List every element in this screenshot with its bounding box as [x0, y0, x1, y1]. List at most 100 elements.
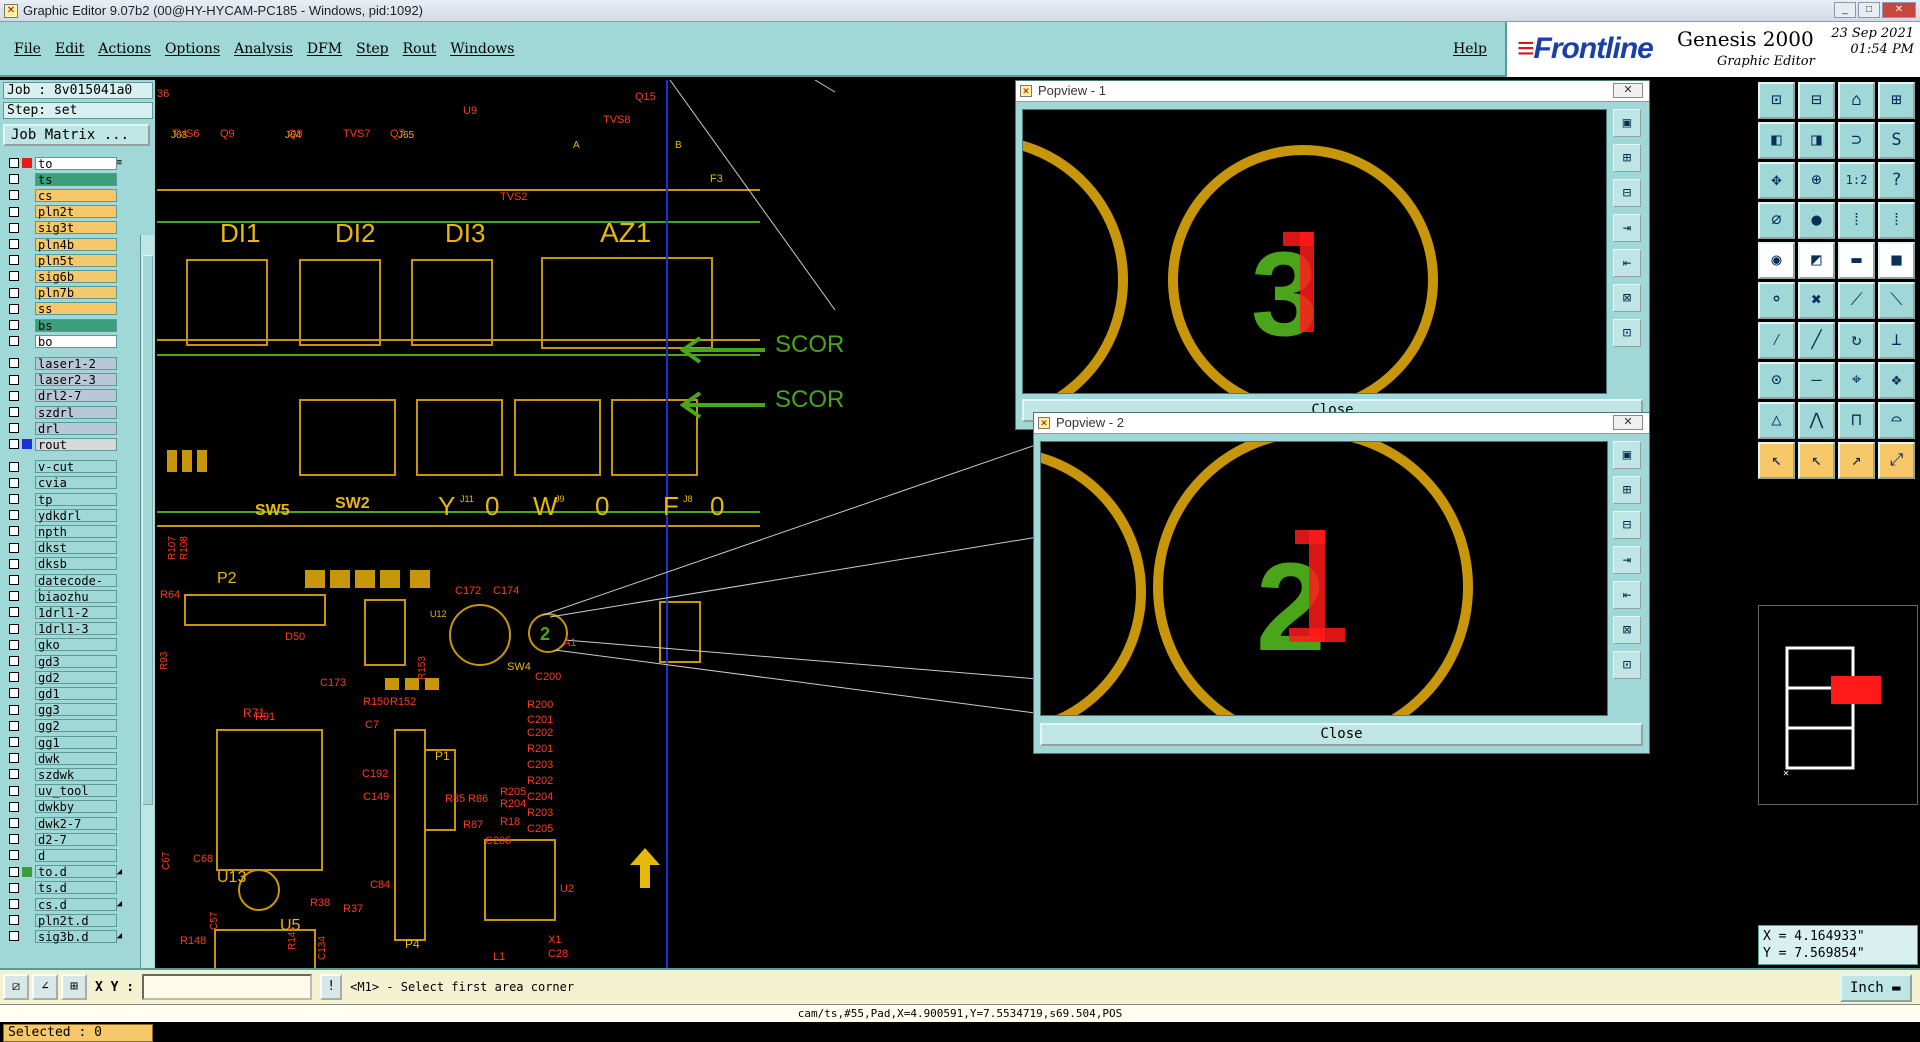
- layer-name[interactable]: pln4b: [35, 237, 117, 251]
- layer-row[interactable]: pln5t: [4, 253, 124, 267]
- measure-tool-icon[interactable]: ⧄: [3, 974, 29, 1000]
- layer-checkbox[interactable]: [9, 866, 19, 877]
- menu-edit[interactable]: Edit: [55, 41, 84, 57]
- layer-name[interactable]: dksb: [35, 557, 117, 571]
- layer-row[interactable]: gg2: [4, 719, 124, 733]
- layer-menu-icon[interactable]: ≡: [117, 158, 122, 168]
- line2-icon[interactable]: ⟍: [1878, 282, 1915, 319]
- layer-row[interactable]: uv_tool: [4, 784, 124, 798]
- slope-icon[interactable]: ⁄: [1758, 322, 1795, 359]
- snap-icon[interactable]: S: [1878, 122, 1915, 159]
- layer-name[interactable]: datecode-bs: [35, 573, 117, 600]
- maximize-button[interactable]: □: [1858, 2, 1880, 18]
- popview-pan-left-icon[interactable]: ⇤: [1613, 249, 1641, 277]
- menu-actions[interactable]: Actions: [98, 41, 151, 57]
- layer-checkbox[interactable]: [9, 575, 19, 585]
- crosshair-icon[interactable]: ⌖: [1838, 362, 1875, 399]
- layer-checkbox[interactable]: [9, 688, 19, 699]
- triangle-icon[interactable]: △: [1758, 402, 1795, 439]
- layer-checkbox[interactable]: [9, 915, 19, 926]
- layer-name[interactable]: pln7b: [35, 286, 117, 300]
- menu-windows[interactable]: Windows: [450, 41, 514, 57]
- layer-checkbox[interactable]: [9, 374, 19, 385]
- diagonal-icon[interactable]: ╱: [1798, 322, 1835, 359]
- layer-scrollbar[interactable]: [140, 235, 154, 1015]
- layer-row[interactable]: gd2: [4, 670, 124, 684]
- popview-zoom-out-icon[interactable]: ⊟: [1613, 511, 1641, 539]
- save-icon[interactable]: ⊟: [1798, 82, 1835, 119]
- layer-name[interactable]: laser2-3: [35, 373, 117, 387]
- layer-checkbox[interactable]: [9, 850, 19, 861]
- layer-name[interactable]: laser1-2: [35, 356, 117, 370]
- layer-name[interactable]: szdrl: [35, 405, 117, 419]
- layer-row[interactable]: bs: [4, 318, 124, 332]
- layer-checkbox[interactable]: [9, 287, 19, 298]
- layer-checkbox[interactable]: [9, 358, 19, 369]
- layer-row[interactable]: sig6b: [4, 269, 124, 283]
- layer-checkbox[interactable]: [9, 899, 19, 909]
- pointer2-icon[interactable]: ↖: [1798, 442, 1835, 479]
- layer-row[interactable]: ss: [4, 302, 124, 316]
- layer-name[interactable]: gko: [35, 638, 117, 652]
- layer-checkbox[interactable]: [9, 303, 19, 314]
- layer-name[interactable]: gg1: [35, 735, 117, 749]
- menu-rout[interactable]: Rout: [403, 41, 437, 57]
- layer-checkbox[interactable]: [9, 423, 19, 434]
- center-icon[interactable]: ⊕: [1798, 162, 1835, 199]
- popview-home-icon[interactable]: ⊠: [1613, 616, 1641, 644]
- layer-checkbox[interactable]: [9, 206, 19, 217]
- layer-name[interactable]: pln2t.d: [35, 913, 117, 927]
- layer-name[interactable]: v-cut: [35, 460, 117, 474]
- layer-checkbox[interactable]: [9, 255, 19, 266]
- layer-row[interactable]: bo: [4, 334, 124, 348]
- layer-row[interactable]: gg1: [4, 735, 124, 749]
- layer-name[interactable]: d2-7: [35, 832, 117, 846]
- layers-down-icon[interactable]: ⁞: [1878, 202, 1915, 239]
- target-icon[interactable]: ⊙: [1758, 362, 1795, 399]
- layer-checkbox[interactable]: [9, 390, 19, 401]
- layer-checkbox[interactable]: [9, 190, 19, 201]
- layer-checkbox[interactable]: [9, 542, 19, 553]
- menu-analysis[interactable]: Analysis: [234, 41, 293, 57]
- popview-2-close-x[interactable]: ✕: [1613, 415, 1643, 430]
- layer-row[interactable]: ydkdrl: [4, 508, 124, 522]
- popview-1-view[interactable]: 3: [1022, 109, 1607, 394]
- layer-menu-icon[interactable]: ◢: [117, 931, 122, 941]
- menu-help[interactable]: Help: [1453, 41, 1487, 57]
- layer-name[interactable]: cvia: [35, 476, 117, 490]
- layer-checkbox[interactable]: [9, 494, 19, 504]
- layer-name[interactable]: uv_tool: [35, 784, 117, 798]
- xy-input[interactable]: [142, 974, 313, 1000]
- layer-row[interactable]: sig3b.d ◢: [4, 929, 124, 943]
- interrupt-button[interactable]: !: [320, 974, 343, 1000]
- arc-icon[interactable]: ⌓: [1878, 402, 1915, 439]
- layer-row[interactable]: szdrl: [4, 405, 124, 419]
- zoom-back-icon[interactable]: ⊃: [1838, 122, 1875, 159]
- layer-checkbox[interactable]: [9, 510, 19, 521]
- layer-row[interactable]: gd1: [4, 686, 124, 700]
- bridge-icon[interactable]: ⊓: [1838, 402, 1875, 439]
- layer-name[interactable]: dkst: [35, 541, 117, 555]
- scroll-thumb[interactable]: [142, 255, 153, 805]
- layer-checkbox[interactable]: [9, 818, 19, 828]
- popview-center-icon[interactable]: ⊡: [1613, 319, 1641, 347]
- scale-icon[interactable]: 1:2: [1838, 162, 1875, 199]
- layer-checkbox[interactable]: [9, 769, 19, 780]
- menu-file[interactable]: File: [14, 41, 41, 57]
- dash-icon[interactable]: —: [1798, 362, 1835, 399]
- layer-checkbox[interactable]: [9, 439, 19, 450]
- layer-row[interactable]: ts.d: [4, 881, 124, 895]
- layer-checkbox[interactable]: [9, 801, 19, 812]
- layer-name[interactable]: ts: [35, 172, 117, 186]
- layer-name[interactable]: tp: [35, 492, 117, 506]
- popview-zoom-in-icon[interactable]: ⊞: [1613, 476, 1641, 504]
- layer-checkbox[interactable]: [9, 271, 19, 282]
- layer-name[interactable]: ts.d: [35, 881, 117, 895]
- grid-tool-icon[interactable]: ⊞: [61, 974, 87, 1000]
- layer-name[interactable]: sig3b.d: [35, 929, 117, 943]
- layer-row[interactable]: to.d ◢: [4, 865, 124, 879]
- layer-checkbox[interactable]: [9, 785, 19, 796]
- select-area-icon[interactable]: ◩: [1798, 242, 1835, 279]
- layer-checkbox[interactable]: [9, 158, 19, 168]
- layer-checkbox[interactable]: [9, 720, 19, 731]
